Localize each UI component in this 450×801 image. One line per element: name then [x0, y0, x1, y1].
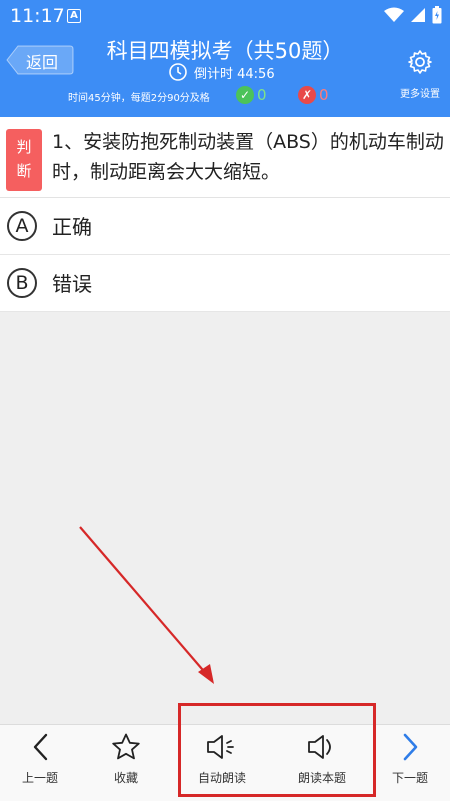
status-bar: 11:17 A [0, 0, 450, 33]
status-icons [384, 6, 442, 24]
wrong-counter: ✗ 0 [298, 86, 329, 104]
wrong-count: 0 [319, 86, 329, 104]
exam-header: 返回 科目四模拟考（共50题） 倒计时 44:56 时间45分钟，每题2分90分… [0, 33, 450, 117]
notification-a-icon: A [67, 9, 81, 23]
signal-icon [411, 8, 425, 22]
battery-icon [432, 6, 442, 24]
status-time: 11:17 [10, 5, 65, 27]
question-type-tag: 判 断 [6, 129, 42, 191]
favorite-button[interactable]: 收藏 [86, 731, 166, 786]
clock-icon [169, 63, 187, 81]
prev-label: 上一题 [21, 771, 58, 785]
wifi-icon [384, 7, 404, 22]
next-label: 下一题 [391, 771, 428, 785]
exam-rules: 时间45分钟，每题2分90分及格 [68, 93, 210, 104]
gear-icon [408, 50, 432, 74]
next-question-button[interactable]: 下一题 [370, 731, 450, 786]
tag-line2: 断 [16, 162, 32, 180]
chevron-left-icon [33, 733, 48, 761]
prev-question-button[interactable]: 上一题 [0, 731, 80, 786]
option-b-text: 错误 [52, 272, 92, 296]
correct-counter: ✓ 0 [236, 86, 267, 104]
check-icon: ✓ [236, 86, 254, 104]
correct-count: 0 [257, 86, 267, 104]
question-text: 1、安装防抱死制动装置（ABS）的机动车制动时，制动距离会大大缩短。 [52, 131, 444, 183]
page-title: 科目四模拟考（共50题） [106, 39, 344, 63]
countdown-timer: 倒计时 44:56 [168, 62, 275, 82]
settings-button[interactable]: 更多设置 [396, 49, 444, 100]
option-a-letter: A [7, 211, 37, 241]
option-b-letter: B [7, 268, 37, 298]
tag-line1: 判 [16, 138, 32, 156]
option-a-text: 正确 [52, 215, 92, 239]
favorite-label: 收藏 [113, 771, 138, 785]
settings-label: 更多设置 [400, 89, 440, 100]
option-a[interactable]: A 正确 [0, 198, 450, 255]
timer-text: 倒计时 44:56 [194, 66, 275, 82]
star-icon [112, 733, 140, 760]
question-card: 判 断 1、安装防抱死制动装置（ABS）的机动车制动时，制动距离会大大缩短。 [0, 117, 450, 198]
option-b[interactable]: B 错误 [0, 255, 450, 312]
annotation-highlight-box [178, 703, 376, 797]
cross-icon: ✗ [298, 86, 316, 104]
chevron-right-icon [403, 733, 418, 761]
